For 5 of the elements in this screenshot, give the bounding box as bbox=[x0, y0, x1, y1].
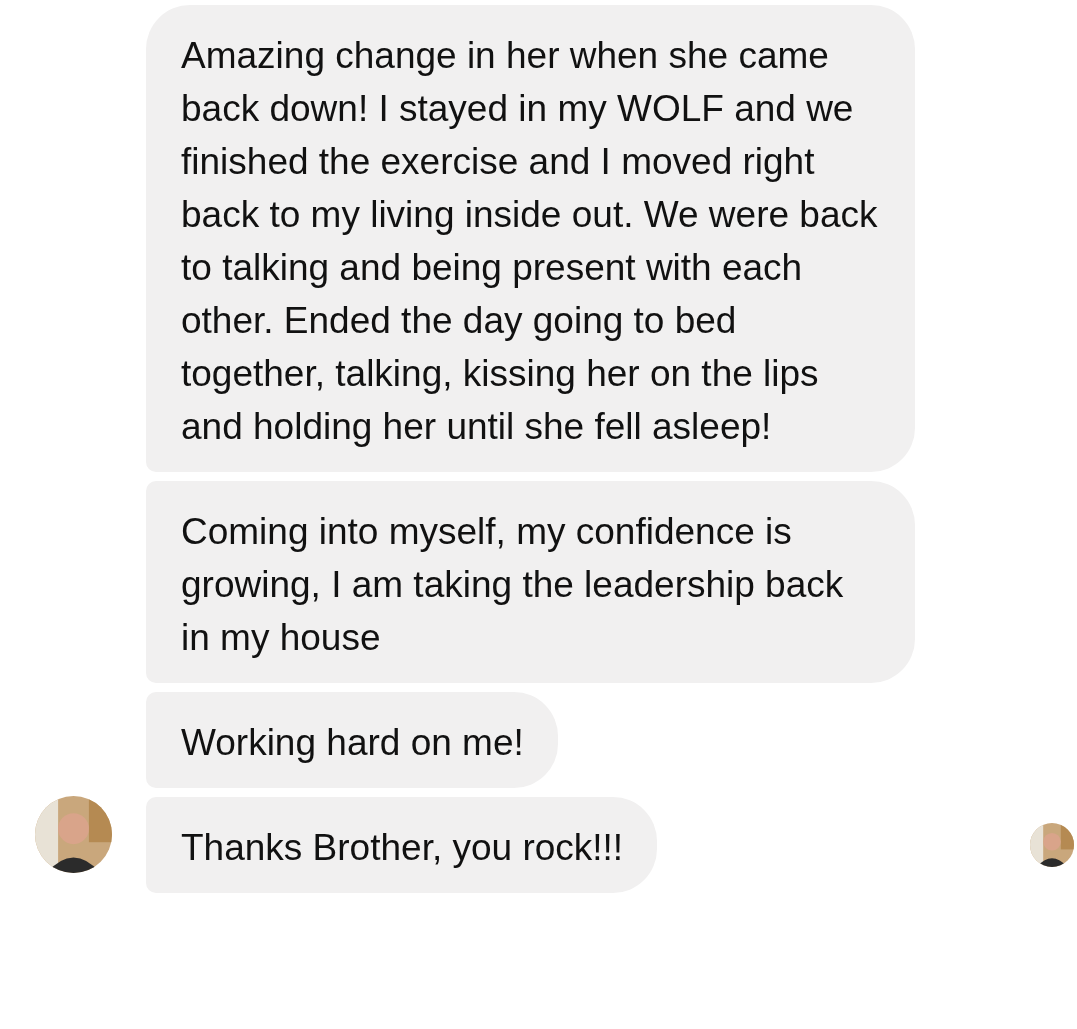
message-bubble: Amazing change in her when she came back down! I stayed in my WOLF and we finished the exercise and I moved right back to my living inside out. We were back to talking and being present with each other. Ended the day going to bed together, talking, kissing her on the lips and holding her until she fell asleep! bbox=[146, 5, 915, 472]
message-bubble: Coming into myself, my confidence is growing, I am taking the leadership back in my house bbox=[146, 481, 915, 683]
message-bubble: Thanks Brother, you rock!!! bbox=[146, 797, 658, 893]
avatar bbox=[1030, 823, 1074, 867]
message-bubble: Working hard on me! bbox=[146, 692, 558, 788]
